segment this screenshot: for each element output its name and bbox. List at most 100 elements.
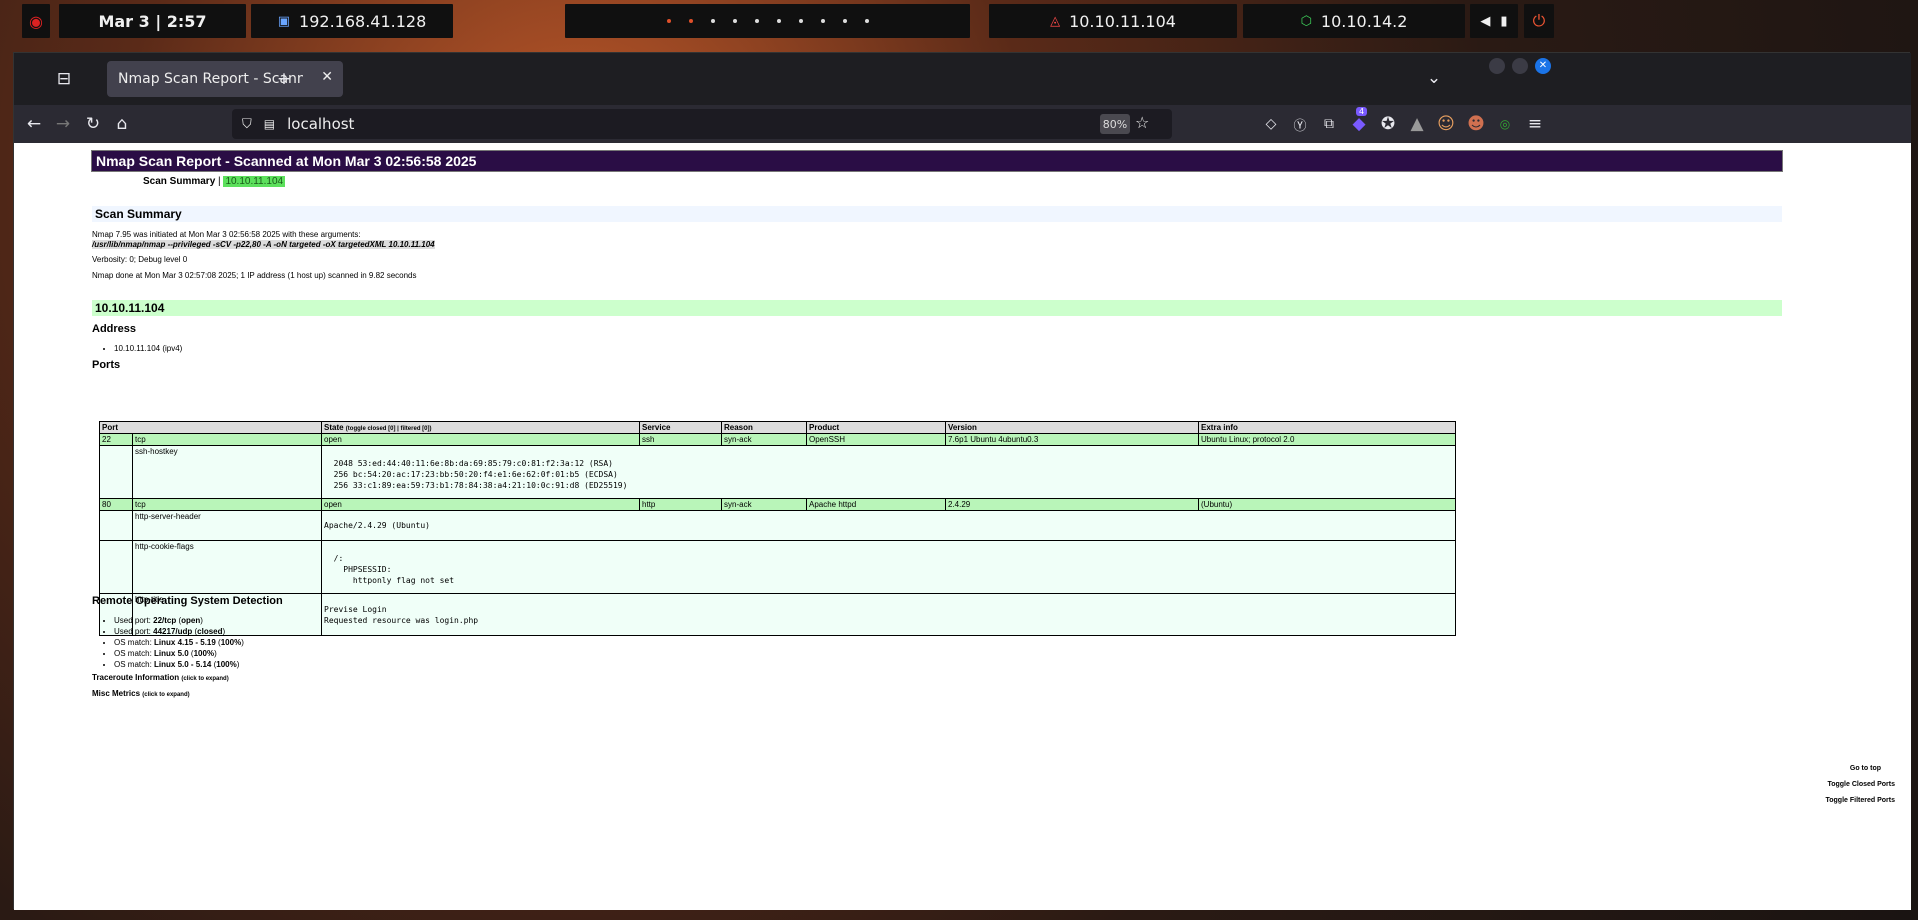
zoom-level[interactable]: 80%: [1100, 114, 1130, 134]
page-content: Nmap Scan Report - Scanned at Mon Mar 3 …: [14, 143, 1911, 910]
minimize-button[interactable]: [1489, 58, 1505, 74]
os-item-paren: ): [236, 660, 240, 669]
proto-cell: tcp: [132, 498, 322, 511]
traceroute-toggle[interactable]: Traceroute Information (click to expand): [92, 673, 229, 682]
pocket-icon[interactable]: ◇: [1257, 110, 1285, 138]
back-icon[interactable]: ←: [20, 110, 48, 138]
volume-icon[interactable]: ◀: [1480, 14, 1490, 29]
os-item-label: OS match:: [114, 649, 155, 658]
os-item: OS match: Linux 5.0 - 5.14 (100%): [114, 659, 244, 670]
host-heading: 10.10.11.104: [92, 300, 1782, 316]
tab-bar: ⊟ Nmap Scan Report - Scanned at Mon Mar …: [14, 53, 1911, 105]
close-tab-icon[interactable]: ✕: [321, 69, 333, 85]
workspace-dot[interactable]: [864, 19, 869, 23]
toggle-filtered-link[interactable]: Toggle Filtered Ports: [1826, 797, 1896, 804]
os-item-status: 100%: [220, 638, 242, 647]
http-title-output: Previse Login Requested resource was log…: [324, 604, 479, 625]
tab-list-chevron-icon[interactable]: ⌄: [1420, 64, 1448, 92]
workspace-switcher[interactable]: [565, 4, 970, 38]
clock[interactable]: Mar 3 | 2:57: [59, 4, 246, 38]
shield-icon[interactable]: ⛉: [242, 117, 252, 132]
extra-cell: Ubuntu Linux; protocol 2.0: [1198, 433, 1456, 446]
new-tab-icon[interactable]: +: [270, 65, 298, 93]
target-ip: 10.10.11.104: [1069, 11, 1176, 31]
script-name: http-server-header: [132, 510, 322, 541]
home-icon[interactable]: ⌂: [108, 110, 136, 138]
tab-nmap-report[interactable]: Nmap Scan Report - Scanned at Mon Mar 3 …: [107, 61, 343, 97]
workspace-dot[interactable]: [820, 19, 825, 23]
address-item: 10.10.11.104 (ipv4): [114, 343, 182, 354]
local-ip-widget[interactable]: ▣ 192.168.41.128: [251, 4, 453, 38]
tab-overview-icon[interactable]: ⊟: [50, 65, 78, 93]
ports-heading: Ports: [92, 359, 121, 371]
product-cell: OpenSSH: [806, 433, 946, 446]
workspace-dot[interactable]: [732, 19, 737, 23]
target-icon: ◬: [1050, 13, 1061, 29]
table-row: 22 tcp open ssh syn-ack OpenSSH 7.6p1 Ub…: [99, 433, 1456, 446]
workspace-dot[interactable]: [842, 19, 847, 23]
go-to-top-link[interactable]: Go to top: [1850, 765, 1881, 772]
os-item-status: 100%: [193, 649, 215, 658]
face2-extension-icon[interactable]: ☻: [1462, 110, 1490, 138]
reload-icon[interactable]: ↻: [79, 110, 107, 138]
menu-icon[interactable]: ≡: [1521, 110, 1549, 138]
os-item-label: OS match:: [114, 660, 155, 669]
os-item-paren: ): [200, 616, 203, 625]
expand-hint: (click to expand): [181, 676, 229, 682]
os-item-value: 22/tcp: [153, 616, 177, 625]
face-extension-icon[interactable]: ☺: [1432, 110, 1460, 138]
workspace-dot[interactable]: [688, 19, 693, 23]
extensions-icon[interactable]: ⧉: [1315, 110, 1343, 138]
args-line: /usr/lib/nmap/nmap --privileged -sCV -p2…: [92, 240, 435, 249]
nav-bar: ← → ↻ ⌂ ⛉ ▤ localhost 80% ☆ ◇ Ⓨ ⧉ ◆ 4 ✪ …: [14, 105, 1911, 143]
workspace-dot[interactable]: [754, 19, 759, 23]
battery-icon[interactable]: ▮: [1500, 14, 1507, 29]
hat-icon[interactable]: ▲: [1403, 110, 1431, 138]
spacer-cell: [99, 445, 133, 499]
workspace-dot[interactable]: [710, 19, 715, 23]
table-header-row: Port State (toggle closed [0] | filtered…: [99, 421, 1456, 434]
state-header-label: State: [324, 423, 344, 432]
script-name: ssh-hostkey: [132, 445, 322, 499]
os-item: Used port: 44217/udp (closed): [114, 626, 244, 637]
os-item-value: Linux 5.0: [154, 649, 189, 658]
os-item-label: Used port:: [114, 616, 154, 625]
state-toggle-link[interactable]: (toggle closed [0] | filtered [0]): [346, 426, 432, 432]
scan-summary-heading: Scan Summary: [92, 206, 1782, 222]
bug-extension-icon[interactable]: ◎: [1491, 110, 1519, 138]
misc-metrics-toggle[interactable]: Misc Metrics (click to expand): [92, 689, 190, 698]
menu-fingerprint-icon[interactable]: ◉: [22, 4, 50, 38]
verbosity-line: Verbosity: 0; Debug level 0: [92, 255, 188, 264]
url-bar[interactable]: ⛉ ▤ localhost 80% ☆: [232, 109, 1172, 139]
close-window-button[interactable]: ✕: [1535, 58, 1551, 74]
target-ip-widget[interactable]: ◬ 10.10.11.104: [989, 4, 1237, 38]
spacer-cell: [99, 510, 133, 541]
browser-window: ⊟ Nmap Scan Report - Scanned at Mon Mar …: [13, 52, 1911, 910]
extra-header: Extra info: [1198, 421, 1456, 434]
maximize-button[interactable]: [1512, 58, 1528, 74]
y-extension-icon[interactable]: Ⓨ: [1286, 110, 1314, 138]
script-output: 2048 53:ed:44:40:11:6e:8b:da:69:85:79:c0…: [321, 445, 1456, 499]
summary-link[interactable]: Scan Summary: [143, 176, 215, 187]
forward-icon[interactable]: →: [49, 110, 77, 138]
script-output: /: PHPSESSID: httponly flag not set: [321, 540, 1456, 594]
bookmark-star-icon[interactable]: ☆: [1135, 113, 1149, 132]
url-text[interactable]: localhost: [287, 115, 354, 133]
toggle-closed-link[interactable]: Toggle Closed Ports: [1827, 781, 1895, 788]
vpn-ip-widget[interactable]: ⬡ 10.10.14.2: [1243, 4, 1465, 38]
workspace-dot[interactable]: [666, 19, 671, 23]
cookie-icon[interactable]: ✪: [1374, 110, 1402, 138]
summary-nav: Scan Summary | 10.10.11.104: [143, 176, 286, 187]
power-icon[interactable]: ⏻: [1524, 4, 1554, 38]
service-cell: ssh: [639, 433, 722, 446]
product-cell: Apache httpd: [806, 498, 946, 511]
workspace-dot[interactable]: [776, 19, 781, 23]
os-detection-heading: Remote Operating System Detection: [92, 595, 283, 607]
workspace-dot[interactable]: [798, 19, 803, 23]
done-line: Nmap done at Mon Mar 3 02:57:08 2025; 1 …: [92, 271, 417, 280]
service-header: Service: [639, 421, 722, 434]
service-cell: http: [639, 498, 722, 511]
host-link[interactable]: 10.10.11.104: [223, 176, 286, 187]
extension-badge: 4: [1356, 107, 1368, 116]
os-item-paren: ): [214, 649, 217, 658]
